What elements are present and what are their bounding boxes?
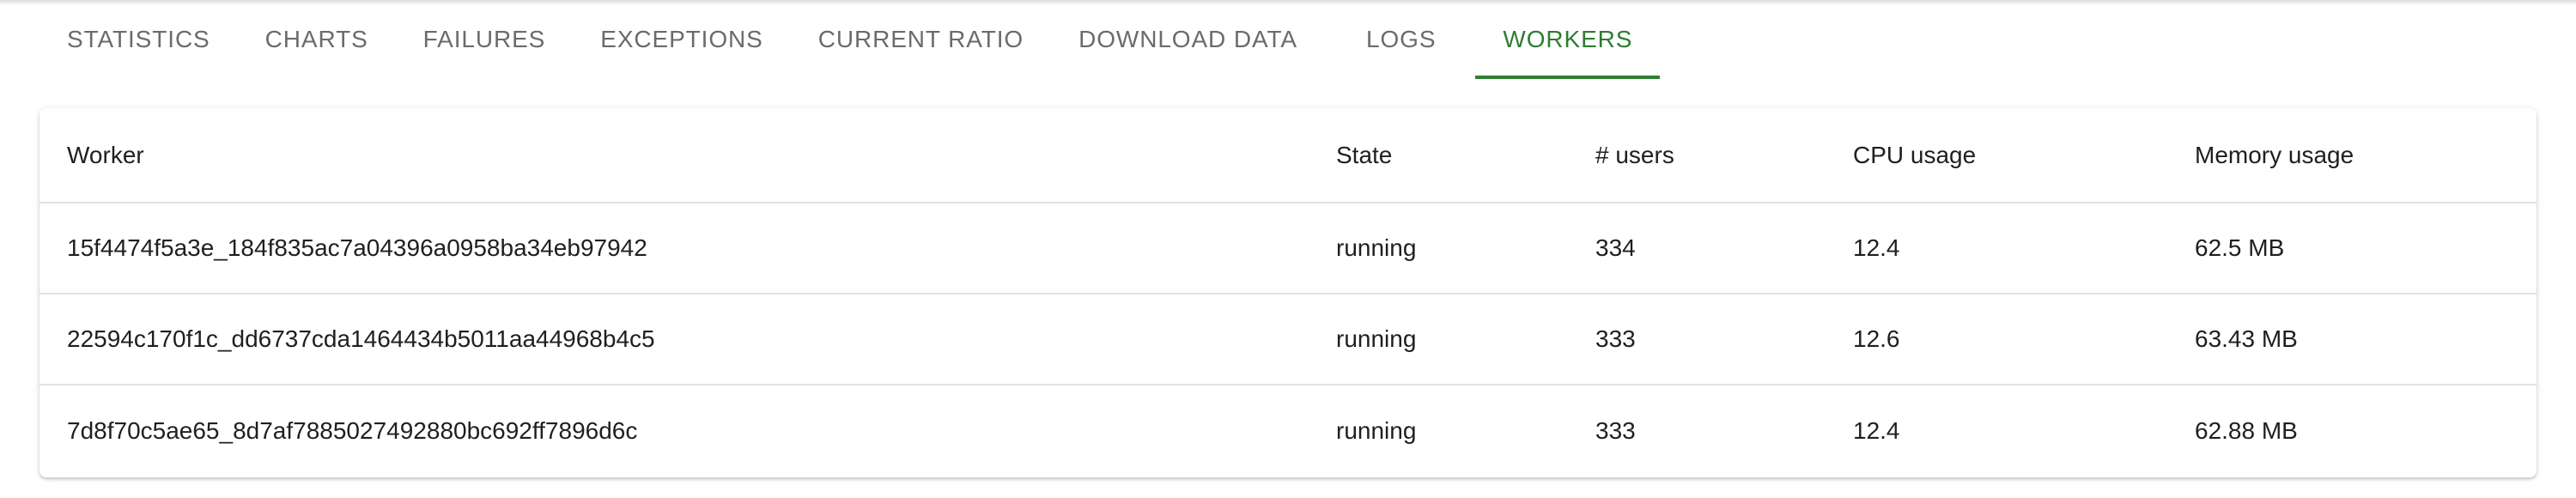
tab-download-data[interactable]: DOWNLOAD DATA <box>1051 0 1325 79</box>
cpu-usage-cell: 12.6 <box>1853 325 1900 352</box>
users-cell: 333 <box>1595 416 1636 444</box>
table-row: 7d8f70c5ae65_8d7af7885027492880bc692ff78… <box>39 385 2537 476</box>
column-header-worker[interactable]: Worker <box>39 108 1309 203</box>
tab-exceptions[interactable]: EXCEPTIONS <box>573 0 790 79</box>
worker-id-cell: 7d8f70c5ae65_8d7af7885027492880bc692ff78… <box>67 416 638 444</box>
memory-usage-cell: 63.43 MB <box>2195 325 2298 352</box>
workers-table: Worker State # users CPU usage Memory us… <box>39 108 2537 476</box>
memory-usage-cell: 62.88 MB <box>2195 416 2298 444</box>
tab-logs[interactable]: LOGS <box>1339 0 1463 79</box>
column-header-users[interactable]: # users <box>1568 108 1826 203</box>
column-header-cpu-usage[interactable]: CPU usage <box>1826 108 2167 203</box>
worker-id-cell: 22594c170f1c_dd6737cda1464434b5011aa4496… <box>67 325 655 352</box>
cpu-usage-cell: 12.4 <box>1853 234 1900 261</box>
cpu-usage-cell: 12.4 <box>1853 416 1900 444</box>
state-cell: running <box>1336 325 1417 352</box>
table-row: 22594c170f1c_dd6737cda1464434b5011aa4496… <box>39 294 2537 385</box>
tab-workers[interactable]: WORKERS <box>1475 0 1661 79</box>
workers-table-card: Worker State # users CPU usage Memory us… <box>39 108 2537 477</box>
table-header-row: Worker State # users CPU usage Memory us… <box>39 108 2537 203</box>
memory-usage-cell: 62.5 MB <box>2195 234 2285 261</box>
users-cell: 333 <box>1595 325 1636 352</box>
column-header-state[interactable]: State <box>1309 108 1568 203</box>
column-header-memory-usage[interactable]: Memory usage <box>2167 108 2537 203</box>
users-cell: 334 <box>1595 234 1636 261</box>
table-row: 15f4474f5a3e_184f835ac7a04396a0958ba34eb… <box>39 203 2537 294</box>
tab-charts[interactable]: CHARTS <box>238 0 396 79</box>
tab-failures[interactable]: FAILURES <box>396 0 574 79</box>
state-cell: running <box>1336 416 1417 444</box>
main-tabs: STATISTICS CHARTS FAILURES EXCEPTIONS CU… <box>39 0 1661 79</box>
tab-statistics[interactable]: STATISTICS <box>39 0 238 79</box>
state-cell: running <box>1336 234 1417 261</box>
worker-id-cell: 15f4474f5a3e_184f835ac7a04396a0958ba34eb… <box>67 234 647 261</box>
tab-current-ratio[interactable]: CURRENT RATIO <box>791 0 1051 79</box>
